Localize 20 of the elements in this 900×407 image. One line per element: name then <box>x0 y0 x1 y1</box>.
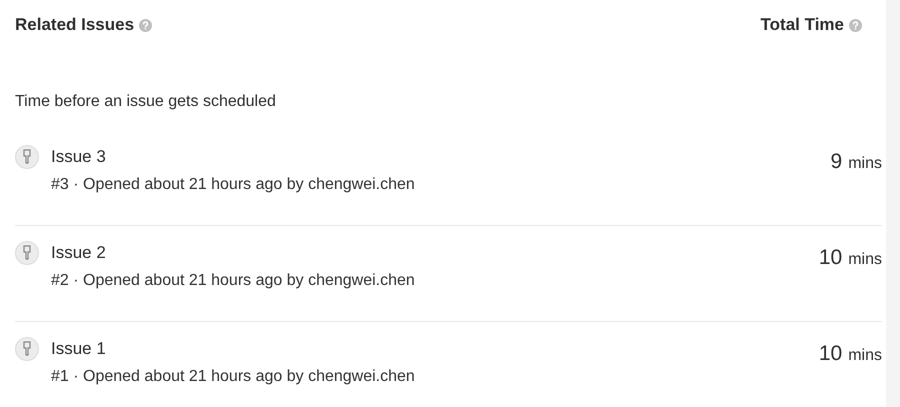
time-unit: mins <box>848 346 882 366</box>
avatar-icon <box>15 241 39 265</box>
issue-meta: #1 · Opened about 21 hours ago by chengwei.chen <box>51 366 415 386</box>
description: Time before an issue gets scheduled <box>15 93 276 110</box>
issue-meta: #2 · Opened about 21 hours ago by chengwei.chen <box>51 270 415 290</box>
time-value: 10 <box>818 341 842 367</box>
issue-title-link[interactable]: Issue 2 <box>51 240 415 266</box>
issue-title-link[interactable]: Issue 1 <box>51 336 415 362</box>
time-value: 10 <box>818 245 842 271</box>
section-title: Related Issues <box>15 14 134 36</box>
issue-meta: #3 · Opened about 21 hours ago by chengwei.chen <box>51 174 415 194</box>
avatar-icon <box>15 145 39 169</box>
help-icon[interactable] <box>849 18 862 32</box>
avatar-icon <box>15 337 39 361</box>
time-value: 9 <box>830 149 842 175</box>
help-icon[interactable] <box>139 18 152 32</box>
issue-title-link[interactable]: Issue 3 <box>51 144 415 170</box>
time-unit: mins <box>848 154 882 174</box>
column-title: Total Time <box>760 14 844 36</box>
time-unit: mins <box>848 250 882 270</box>
